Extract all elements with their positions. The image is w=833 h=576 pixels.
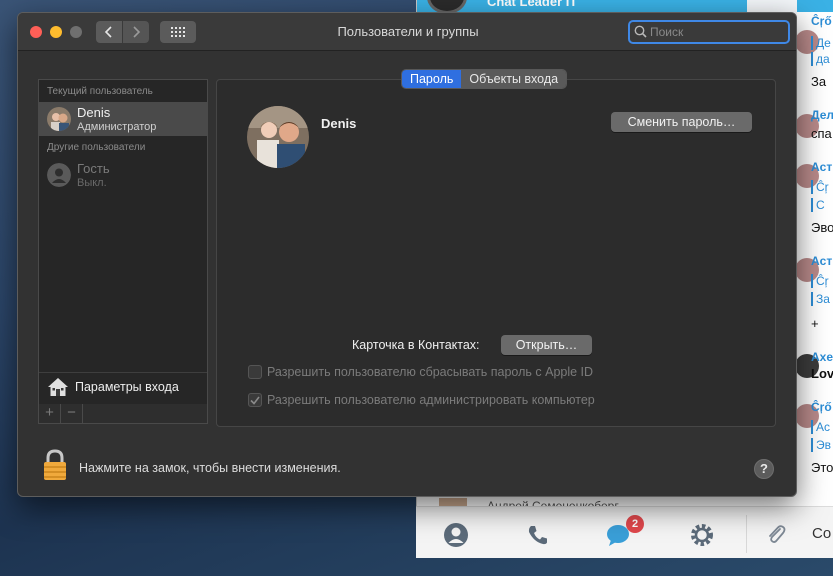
message-quote: Ĉŗ xyxy=(811,274,829,288)
contacts-tab[interactable] xyxy=(442,521,470,549)
allow-apple-id-reset-option: Разрешить пользователю сбрасывать пароль… xyxy=(248,364,593,380)
user-avatar-large[interactable] xyxy=(247,106,309,168)
chat-title: Chat Leader IT xyxy=(487,0,578,9)
change-password-button[interactable]: Сменить пароль… xyxy=(611,112,752,132)
avatar xyxy=(47,163,71,187)
search-field[interactable] xyxy=(628,20,790,44)
message-quote: За xyxy=(811,292,830,306)
message-author: Ĉŗő xyxy=(811,14,832,28)
message-text: Эво xyxy=(811,220,833,235)
tab-bar: Пароль Объекты входа xyxy=(401,69,568,89)
message-text: Lov xyxy=(811,366,833,381)
message-input-placeholder[interactable]: Со xyxy=(812,525,831,542)
other-users-header: Другие пользователи xyxy=(47,142,146,153)
message-text: За xyxy=(811,74,827,89)
login-options-label: Параметры входа xyxy=(75,380,179,394)
avatar xyxy=(47,107,71,131)
user-name: Гость xyxy=(77,161,110,176)
message-text: Это xyxy=(811,460,833,475)
lock-button[interactable] xyxy=(42,449,68,484)
user-full-name: Denis xyxy=(321,116,357,131)
users-groups-window: Пользователи и группы Текущий пользовате… xyxy=(17,12,797,497)
message-text: спа xyxy=(811,126,832,141)
paperclip-icon xyxy=(769,525,786,543)
calls-tab[interactable] xyxy=(524,521,552,549)
message-author: Ĉŗő xyxy=(811,400,832,414)
allow-admin-option: Разрешить пользователю администрировать … xyxy=(248,392,595,408)
message-quote: Ĉŗ xyxy=(811,180,829,194)
user-role: Выкл. xyxy=(77,177,107,189)
lock-hint-text: Нажмите на замок, чтобы внести изменения… xyxy=(79,461,341,475)
chat-tab-bar: 2 Со xyxy=(416,506,833,558)
remove-user-button[interactable]: − xyxy=(61,404,83,423)
search-input[interactable] xyxy=(650,24,784,40)
sidebar-item-guest[interactable]: Гость Выкл. xyxy=(39,158,207,192)
allow-apple-id-reset-label: Разрешить пользователю сбрасывать пароль… xyxy=(267,365,594,379)
checkmark-icon xyxy=(250,396,260,405)
phone-icon xyxy=(528,526,547,545)
search-icon xyxy=(634,25,647,38)
message-quote: С xyxy=(811,198,825,212)
message-author: Acт xyxy=(811,160,833,174)
contacts-card-label: Карточка в Контактах: xyxy=(352,338,480,352)
sidebar-item-current-user[interactable]: Denis Администратор xyxy=(39,102,207,136)
current-user-header: Текущий пользователь xyxy=(47,86,153,97)
tab-login-items[interactable]: Объекты входа xyxy=(461,70,567,88)
user-name: Denis xyxy=(77,105,111,120)
message-author: Дел xyxy=(811,108,833,122)
user-role: Администратор xyxy=(77,121,157,133)
help-button[interactable]: ? xyxy=(754,459,774,479)
house-icon xyxy=(48,378,68,396)
user-photo-icon xyxy=(247,106,309,168)
open-contact-card-button[interactable]: Открыть… xyxy=(501,335,592,355)
guest-user-icon xyxy=(47,163,71,187)
attach-button[interactable] xyxy=(762,521,790,549)
user-photo-icon xyxy=(47,107,71,131)
sidebar-toolbar: + − xyxy=(38,404,208,424)
users-sidebar: Текущий пользователь Denis Администратор… xyxy=(38,79,208,413)
message-author: Acт xyxy=(811,254,833,268)
message-quote: Ac xyxy=(811,420,830,434)
allow-apple-id-reset-checkbox[interactable] xyxy=(248,365,262,379)
tab-password[interactable]: Пароль xyxy=(402,70,462,88)
person-icon xyxy=(444,523,468,547)
chats-tab[interactable]: 2 xyxy=(606,515,644,549)
message-quote: Де xyxy=(811,36,831,50)
allow-admin-checkbox[interactable] xyxy=(248,393,262,407)
add-user-button[interactable]: + xyxy=(39,404,61,423)
allow-admin-label: Разрешить пользователю администрировать … xyxy=(267,393,595,407)
title-bar: Пользователи и группы xyxy=(18,13,796,51)
lock-icon xyxy=(44,449,66,480)
gear-icon xyxy=(691,524,713,546)
message-quote: да xyxy=(811,52,830,66)
settings-tab[interactable] xyxy=(688,521,716,549)
unread-badge: 2 xyxy=(626,515,644,533)
login-options-item[interactable]: Параметры входа xyxy=(39,372,207,402)
message-text: + xyxy=(811,316,819,331)
message-author: Axe xyxy=(811,350,833,364)
message-quote: Эв xyxy=(811,438,831,452)
